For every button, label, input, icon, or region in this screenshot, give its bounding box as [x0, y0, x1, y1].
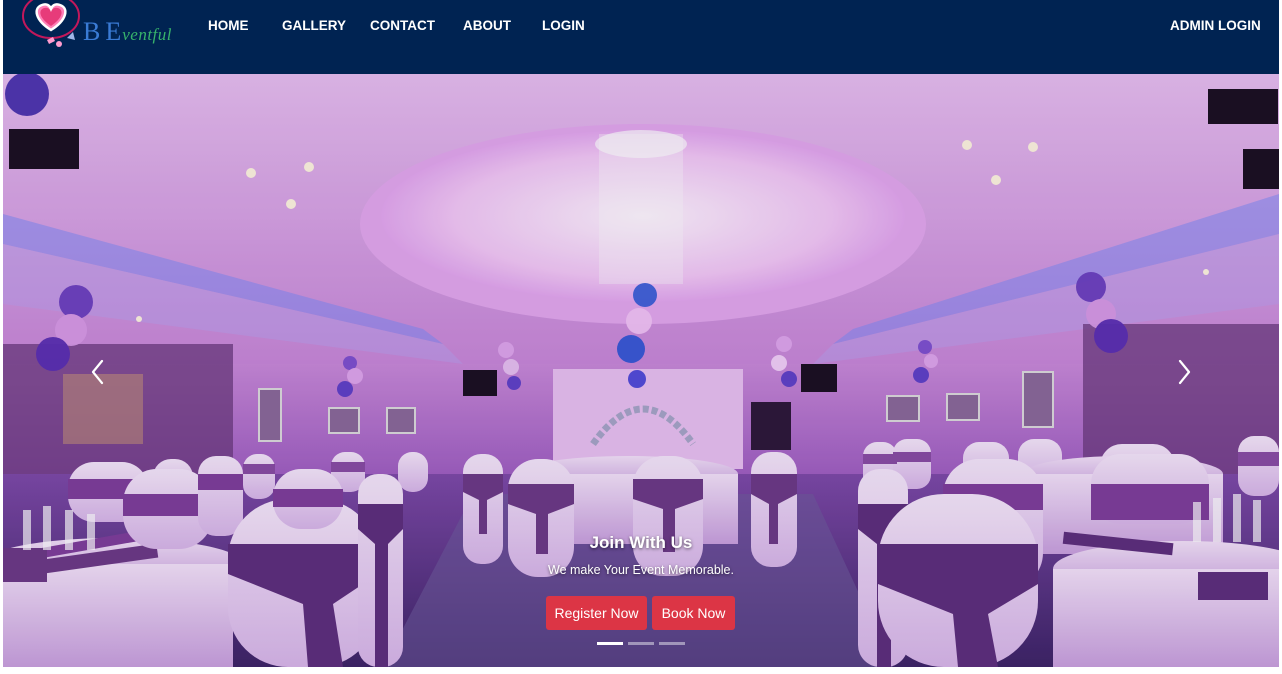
- banquet-hall-image: [3, 74, 1279, 667]
- hero-caption-title: Join With Us: [589, 533, 693, 552]
- brand-subtext: ventful: [122, 25, 172, 44]
- nav-admin-login[interactable]: ADMIN LOGIN: [1170, 18, 1261, 33]
- navbar: B Eventful HOME GALLERY CONTACT ABOUT LO…: [3, 0, 1279, 74]
- nav-login[interactable]: LOGIN: [542, 18, 585, 33]
- brand-logo[interactable]: B Eventful: [17, 0, 187, 56]
- register-now-button[interactable]: Register Now: [546, 596, 647, 630]
- chevron-right-icon: [1178, 359, 1191, 385]
- hero-carousel: Join With Us We make Your Event Memorabl…: [3, 74, 1279, 667]
- nav-home[interactable]: HOME: [208, 18, 249, 33]
- brand-letter-e: E: [105, 17, 123, 46]
- nav-gallery[interactable]: GALLERY: [282, 18, 346, 33]
- chevron-left-icon: [91, 359, 104, 385]
- brand-letter: B: [83, 17, 102, 46]
- carousel-prev-button[interactable]: [85, 356, 111, 388]
- carousel-indicator[interactable]: [597, 642, 623, 645]
- carousel-indicator[interactable]: [628, 642, 654, 645]
- hero-caption-subtitle: We make Your Event Memorable.: [548, 563, 734, 577]
- carousel-next-button[interactable]: [1171, 356, 1197, 388]
- carousel-indicator[interactable]: [659, 642, 685, 645]
- heart-logo-icon: [22, 0, 80, 47]
- book-now-button[interactable]: Book Now: [652, 596, 735, 630]
- nav-contact[interactable]: CONTACT: [370, 18, 435, 33]
- nav-about[interactable]: ABOUT: [463, 18, 511, 33]
- brand-text: B Eventful: [83, 17, 172, 47]
